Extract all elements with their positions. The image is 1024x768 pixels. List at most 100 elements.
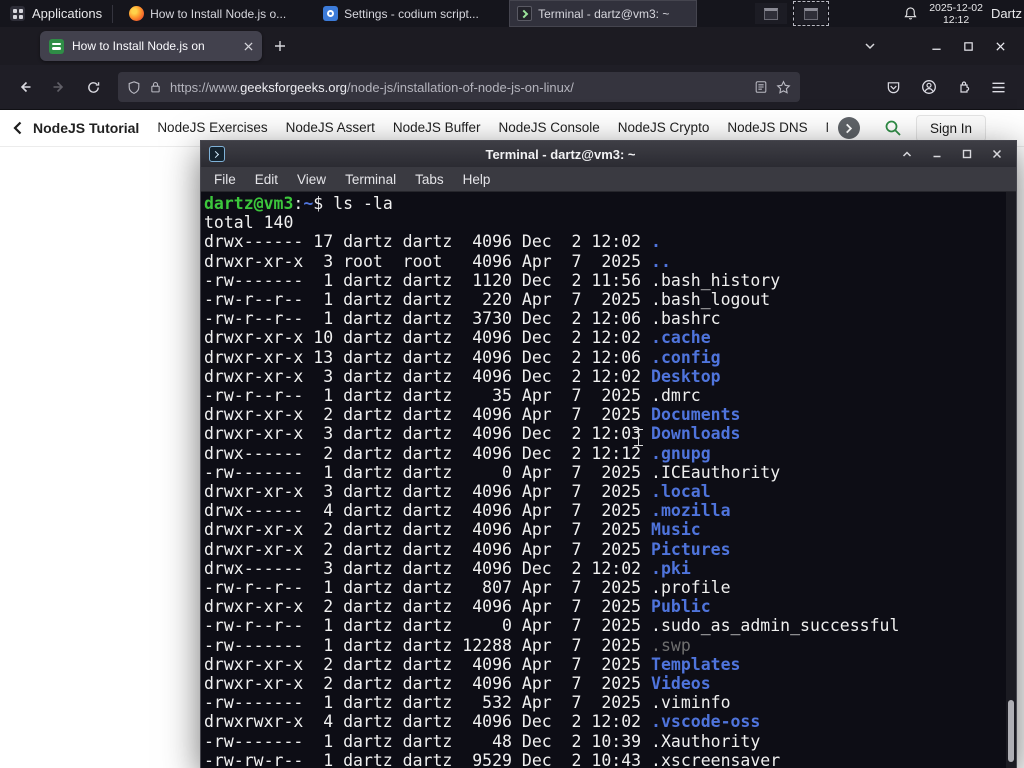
applications-menu-icon bbox=[10, 6, 25, 21]
tab-close-icon[interactable] bbox=[244, 41, 253, 51]
desktop: Applications How to Install Node.js o...… bbox=[0, 0, 1024, 768]
forward-button[interactable] bbox=[44, 73, 74, 101]
account-icon[interactable] bbox=[913, 73, 944, 101]
applications-menu[interactable]: Applications bbox=[0, 0, 112, 27]
terminal-output-line: -rw------- 1 dartz dartz 0 Apr 7 2025 .I… bbox=[204, 462, 781, 482]
menu-hamburger-icon[interactable] bbox=[983, 73, 1014, 101]
site-nav-item[interactable]: Node bbox=[826, 120, 828, 136]
reader-view-icon[interactable] bbox=[754, 80, 768, 94]
terminal-output-line: drwxr-xr-x 3 root root 4096 Apr 7 2025 .… bbox=[204, 251, 671, 271]
terminal-titlebar[interactable]: Terminal - dartz@vm3: ~ bbox=[201, 141, 1016, 167]
terminal-output-line: drwxr-xr-x 2 dartz dartz 4096 Apr 7 2025… bbox=[204, 520, 701, 540]
terminal-menu-view[interactable]: View bbox=[297, 172, 326, 187]
site-nav-item[interactable]: NodeJS DNS bbox=[727, 120, 807, 136]
panel-window-button[interactable]: How to Install Node.js o... bbox=[121, 0, 309, 27]
terminal-body[interactable]: dartz@vm3:~$ ls -la total 140 drwx------ 1… bbox=[201, 192, 1016, 768]
terminal-menubar: File Edit View Terminal Tabs Help bbox=[201, 167, 1016, 192]
terminal-output-line: -rw-r--r-- 1 dartz dartz 3730 Dec 2 12:0… bbox=[204, 309, 721, 329]
terminal-output-line: drwxr-xr-x 13 dartz dartz 4096 Dec 2 12:… bbox=[204, 347, 721, 367]
terminal-close-button[interactable] bbox=[986, 149, 1008, 159]
bookmark-star-icon[interactable] bbox=[776, 79, 791, 95]
browser-tab[interactable]: How to Install Node.js on bbox=[40, 31, 262, 61]
terminal-menu-terminal[interactable]: Terminal bbox=[345, 172, 396, 187]
terminal-menu-help[interactable]: Help bbox=[463, 172, 491, 187]
window-button-title: How to Install Node.js o... bbox=[150, 6, 287, 21]
terminal-output-line: drwxr-xr-x 3 dartz dartz 4096 Dec 2 12:0… bbox=[204, 366, 721, 386]
url-scheme: https://www. bbox=[170, 79, 241, 95]
tracking-shield-icon[interactable] bbox=[127, 80, 141, 95]
terminal-maximize-button[interactable] bbox=[956, 149, 978, 159]
terminal-app-icon bbox=[209, 146, 225, 162]
browser-close-button[interactable] bbox=[984, 27, 1016, 65]
panel-window-button[interactable]: Terminal - dartz@vm3: ~ bbox=[509, 0, 698, 27]
padlock-icon[interactable] bbox=[149, 80, 162, 94]
terminal-output-line: drwx------ 3 dartz dartz 4096 Dec 2 12:0… bbox=[204, 558, 691, 578]
terminal-output-line: -rw-r--r-- 1 dartz dartz 807 Apr 7 2025 … bbox=[204, 578, 731, 598]
terminal-output-line: -rw------- 1 dartz dartz 532 Apr 7 2025 … bbox=[204, 693, 731, 713]
applications-menu-label: Applications bbox=[32, 6, 103, 21]
url-bar[interactable]: https://www.geeksforgeeks.org/node-js/in… bbox=[118, 72, 800, 102]
search-icon[interactable] bbox=[884, 119, 902, 137]
terminal-icon bbox=[517, 6, 533, 21]
firefox-icon bbox=[129, 6, 145, 21]
url-path: /node-js/installation-of-node-js-on-linu… bbox=[347, 79, 574, 95]
pocket-icon[interactable] bbox=[878, 73, 909, 101]
terminal-output-line: -rw-rw-r-- 1 dartz dartz 9529 Dec 2 10:4… bbox=[204, 750, 781, 768]
terminal-screen: dartz@vm3:~$ ls -la total 140 drwx------ 1… bbox=[204, 194, 1004, 768]
terminal-output-line: -rw-r--r-- 1 dartz dartz 220 Apr 7 2025 … bbox=[204, 290, 771, 310]
site-nav-item[interactable]: NodeJS Assert bbox=[286, 120, 375, 136]
panel-user-label: Dartz bbox=[990, 6, 1022, 21]
sign-in-button[interactable]: Sign In bbox=[915, 114, 986, 142]
url-host: geeksforgeeks.org bbox=[240, 79, 348, 95]
terminal-output-line: drwxr-xr-x 10 dartz dartz 4096 Dec 2 12:… bbox=[204, 328, 711, 348]
site-nav-item[interactable]: NodeJS Console bbox=[498, 120, 599, 136]
geeksforgeeks-favicon bbox=[49, 38, 64, 54]
terminal-output-line: drwxr-xr-x 3 dartz dartz 4096 Dec 2 12:0… bbox=[204, 424, 741, 444]
terminal-prompt-line: dartz@vm3:~$ ls -la bbox=[204, 194, 393, 213]
terminal-output-line: drwx------ 2 dartz dartz 4096 Dec 2 12:1… bbox=[204, 443, 711, 463]
browser-toolbar: https://www.geeksforgeeks.org/node-js/in… bbox=[0, 65, 1024, 110]
list-all-tabs-chevron-icon[interactable] bbox=[864, 40, 876, 52]
terminal-output-line: drwx------ 17 dartz dartz 4096 Dec 2 12:… bbox=[204, 232, 661, 252]
terminal-menu-tabs[interactable]: Tabs bbox=[415, 172, 444, 187]
terminal-output-line: drwxr-xr-x 2 dartz dartz 4096 Apr 7 2025… bbox=[204, 405, 741, 425]
tab-bar: How to Install Node.js on bbox=[0, 27, 1024, 65]
terminal-output-line: -rw------- 1 dartz dartz 1120 Dec 2 11:5… bbox=[204, 270, 781, 290]
terminal-output-line: -rw------- 1 dartz dartz 12288 Apr 7 202… bbox=[204, 635, 691, 655]
terminal-output-line: drwx------ 4 dartz dartz 4096 Apr 7 2025… bbox=[204, 501, 731, 521]
settings-icon bbox=[323, 6, 339, 21]
back-button[interactable] bbox=[10, 73, 40, 101]
top-panel: Applications How to Install Node.js o...… bbox=[0, 0, 1024, 27]
system-tray bbox=[755, 1, 830, 26]
site-nav-item[interactable]: NodeJS Tutorial bbox=[33, 120, 139, 136]
terminal-minimize-button[interactable] bbox=[926, 149, 948, 159]
terminal-menu-edit[interactable]: Edit bbox=[255, 172, 278, 187]
terminal-output-line: drwxr-xr-x 2 dartz dartz 4096 Apr 7 2025… bbox=[204, 654, 741, 674]
terminal-scrollbar[interactable] bbox=[1006, 192, 1016, 768]
panel-window-button[interactable]: Settings - codium script... bbox=[315, 0, 503, 27]
tab-title: How to Install Node.js on bbox=[72, 39, 205, 53]
tray-window-icon[interactable] bbox=[755, 3, 788, 24]
site-nav-item[interactable]: NodeJS Crypto bbox=[618, 120, 710, 136]
new-tab-button[interactable] bbox=[274, 40, 286, 52]
extensions-puzzle-icon[interactable] bbox=[948, 73, 979, 101]
browser-maximize-button[interactable] bbox=[952, 27, 984, 65]
site-nav-items: NodeJS Tutorial NodeJS Exercises NodeJS As… bbox=[33, 120, 828, 136]
notification-bell-icon[interactable] bbox=[901, 6, 919, 21]
terminal-output-line: drwxr-xr-x 3 dartz dartz 4096 Apr 7 2025… bbox=[204, 482, 711, 502]
terminal-output-line: -rw-r--r-- 1 dartz dartz 35 Apr 7 2025 .… bbox=[204, 386, 701, 406]
terminal-output-line: total 140 bbox=[204, 213, 294, 233]
site-nav-item[interactable]: NodeJS Buffer bbox=[393, 120, 481, 136]
clock-date: 2025-12-02 bbox=[929, 1, 983, 14]
tray-terminal-icon[interactable] bbox=[793, 1, 830, 26]
nav-scroll-right-button[interactable] bbox=[837, 117, 860, 139]
terminal-scrollbar-thumb[interactable] bbox=[1008, 700, 1014, 762]
panel-clock[interactable]: 2025-12-02 12:12 bbox=[929, 2, 983, 26]
browser-minimize-button[interactable] bbox=[920, 27, 952, 65]
site-nav-item[interactable]: NodeJS Exercises bbox=[157, 120, 267, 136]
reload-button[interactable] bbox=[78, 73, 108, 101]
terminal-shade-button[interactable] bbox=[896, 149, 918, 159]
terminal-menu-file[interactable]: File bbox=[214, 172, 236, 187]
window-button-title: Settings - codium script... bbox=[344, 6, 479, 21]
nav-scroll-left-chevron-icon[interactable] bbox=[12, 121, 23, 135]
